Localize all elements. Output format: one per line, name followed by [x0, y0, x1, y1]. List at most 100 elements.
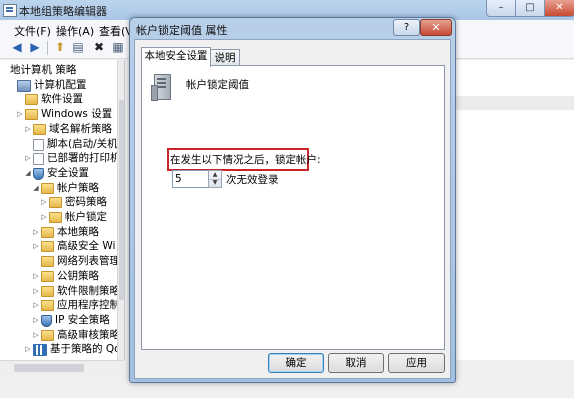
folder-icon [25, 109, 38, 121]
menu-action[interactable]: 操作(A) [56, 23, 94, 39]
properties-icon[interactable]: ▦ [110, 40, 126, 55]
lockout-threshold-input[interactable] [172, 170, 211, 188]
tab-local-security-setting[interactable]: 本地安全设置 [141, 47, 211, 67]
tree-item-label: 网络列表管理 [57, 255, 120, 268]
tree-item-label: 软件设置 [41, 93, 83, 106]
scroll-thumb[interactable] [119, 100, 124, 300]
ok-button[interactable]: 确定 [268, 353, 324, 373]
console-tree[interactable]: 地计算机 策略计算机配置软件设置 ▷ Windows 设置 ▷ 域名解析策略 脚本(启动/… [0, 60, 125, 360]
back-arrow-icon[interactable]: ◀ [9, 40, 25, 55]
shield-icon [33, 167, 44, 180]
tree-expander-icon[interactable]: ▷ [32, 225, 40, 240]
tree-item-label: 软件限制策略 [57, 284, 120, 297]
tree-item[interactable]: ▷ 公钥策略 [32, 269, 99, 284]
dialog-body: 本地安全设置 说明 帐户锁定阈值 在发生以下情况之后，锁定帐户: ▲ ▼ 次无效… [134, 39, 451, 379]
policy-name: 帐户锁定阈值 [186, 79, 249, 91]
pc-icon [17, 79, 31, 92]
tree-item-label: 计算机配置 [34, 78, 87, 91]
tree-expander-icon[interactable]: ▷ [32, 284, 40, 299]
apply-button-label: 应用 [406, 357, 427, 369]
up-one-level-icon[interactable]: ⬆ [52, 40, 68, 55]
tree-expander-icon[interactable]: ▷ [24, 122, 32, 137]
minimize-button[interactable]: – [486, 0, 516, 17]
tree-item-label: 公钥策略 [57, 269, 99, 282]
tree-item-label: 已部署的打印机 [47, 152, 121, 165]
tree-item[interactable]: ▷ 本地策略 [32, 225, 99, 240]
toolbar-separator [47, 41, 48, 55]
help-button[interactable]: ? [393, 19, 420, 36]
tree-item[interactable]: 脚本(启动/关机) [24, 137, 122, 152]
close-window-button[interactable]: ✕ [544, 0, 574, 17]
tree-item-label: 高级审核策略 [57, 328, 120, 341]
tree-item[interactable]: ▷ IP 安全策略 [32, 313, 110, 328]
tree-expander-icon[interactable]: ▷ [16, 107, 24, 122]
folder-icon [41, 182, 54, 194]
tree-item[interactable]: 计算机配置 [8, 78, 87, 93]
tree-item[interactable]: ▷ 高级安全 Wi [32, 239, 115, 254]
tree-item[interactable]: ▷ 软件限制策略 [32, 284, 120, 299]
tree-item[interactable]: 地计算机 策略 [2, 63, 76, 78]
doc-icon [33, 153, 44, 166]
tree-expander-icon[interactable]: ▷ [40, 210, 48, 225]
forward-arrow-icon[interactable]: ▶ [27, 40, 43, 55]
apply-button[interactable]: 应用 [388, 353, 445, 373]
tab-explain[interactable]: 说明 [210, 49, 240, 66]
tree-item-label: 基于策略的 QoS [50, 343, 125, 356]
folder-icon [41, 300, 54, 312]
tree-item[interactable]: ▷ Windows 设置 [16, 107, 112, 122]
tree-item[interactable]: ▷ 帐户锁定 [40, 210, 107, 225]
folder-icon [41, 329, 54, 341]
tree-expander-icon[interactable]: ▷ [40, 195, 48, 210]
spin-down-arrow-icon[interactable]: ▼ [209, 179, 221, 187]
delete-icon[interactable]: ✖ [91, 40, 107, 55]
threshold-spinner[interactable]: ▲ ▼ [208, 170, 222, 188]
maximize-button[interactable]: □ [515, 0, 545, 17]
server-policy-icon [151, 74, 171, 101]
tree-item-label: 应用程序控制 [57, 299, 120, 312]
dialog-close-button[interactable]: ✕ [420, 19, 452, 36]
tree-vertical-scrollbar[interactable] [117, 60, 124, 360]
folder-icon [41, 256, 54, 268]
tree-item-label: 高级安全 Wi [57, 240, 116, 253]
tree-item[interactable]: 软件设置 [16, 92, 83, 107]
dialog-title: 帐户锁定阈值 属性 [136, 24, 228, 37]
tree-item[interactable]: ◢ 安全设置 [24, 166, 89, 181]
tree-expander-icon[interactable]: ▷ [32, 328, 40, 343]
folder-icon [41, 241, 54, 253]
tree-expander-icon[interactable]: ▷ [32, 269, 40, 284]
tree-item[interactable]: ▷ 应用程序控制 [32, 298, 120, 313]
cancel-button[interactable]: 取消 [328, 353, 384, 373]
tree-item[interactable]: ▷ 密码策略 [40, 195, 107, 210]
tree-expander-icon[interactable]: ▷ [32, 313, 40, 328]
tree-item-label: 脚本(启动/关机) [47, 137, 122, 150]
tree-item[interactable]: ◢ 帐户策略 [32, 181, 99, 196]
show-hide-tree-icon[interactable]: ▤ [70, 40, 86, 55]
tree-item[interactable]: ▷ 基于策略的 QoS [24, 342, 125, 357]
tree-expander-icon[interactable]: ▷ [32, 239, 40, 254]
tree-item-label: 域名解析策略 [49, 122, 112, 135]
tree-item[interactable]: 网络列表管理 [32, 254, 120, 269]
tree-item[interactable]: ▷ 已部署的打印机 [24, 151, 121, 166]
tree-expander-icon[interactable]: ▷ [24, 342, 32, 357]
tree-item-label: 帐户锁定 [65, 211, 107, 223]
folder-icon [49, 197, 62, 209]
tree-item-label: 地计算机 策略 [10, 64, 77, 76]
folder-icon [41, 226, 54, 238]
account-lockout-threshold-dialog: 帐户锁定阈值 属性 ? ✕ 本地安全设置 说明 帐户锁定阈值 在发生以下情况之后… [129, 17, 456, 383]
tree-expander-icon[interactable]: ◢ [32, 181, 40, 196]
chart-icon [33, 344, 47, 357]
scroll-thumb[interactable] [14, 364, 84, 372]
tree-expander-icon[interactable]: ▷ [32, 298, 40, 313]
tree-expander-icon[interactable]: ◢ [24, 166, 32, 181]
tree-expander-icon[interactable]: ▷ [24, 151, 32, 166]
folder-icon [49, 212, 62, 223]
tab-panel: 帐户锁定阈值 在发生以下情况之后，锁定帐户: ▲ ▼ 次无效登录 [141, 65, 445, 350]
tree-item[interactable]: ▷ 域名解析策略 [24, 122, 112, 137]
menu-file[interactable]: 文件(F) [14, 23, 51, 39]
tree-item[interactable]: ▷ 高级审核策略 [32, 328, 120, 343]
tree-horizontal-scrollbar[interactable] [0, 360, 124, 375]
shield-icon [41, 314, 52, 327]
tree-item-label: Windows 设置 [41, 108, 113, 121]
tree-item-label: 帐户策略 [57, 181, 99, 194]
main-window-title: 本地组策略编辑器 [19, 5, 107, 18]
